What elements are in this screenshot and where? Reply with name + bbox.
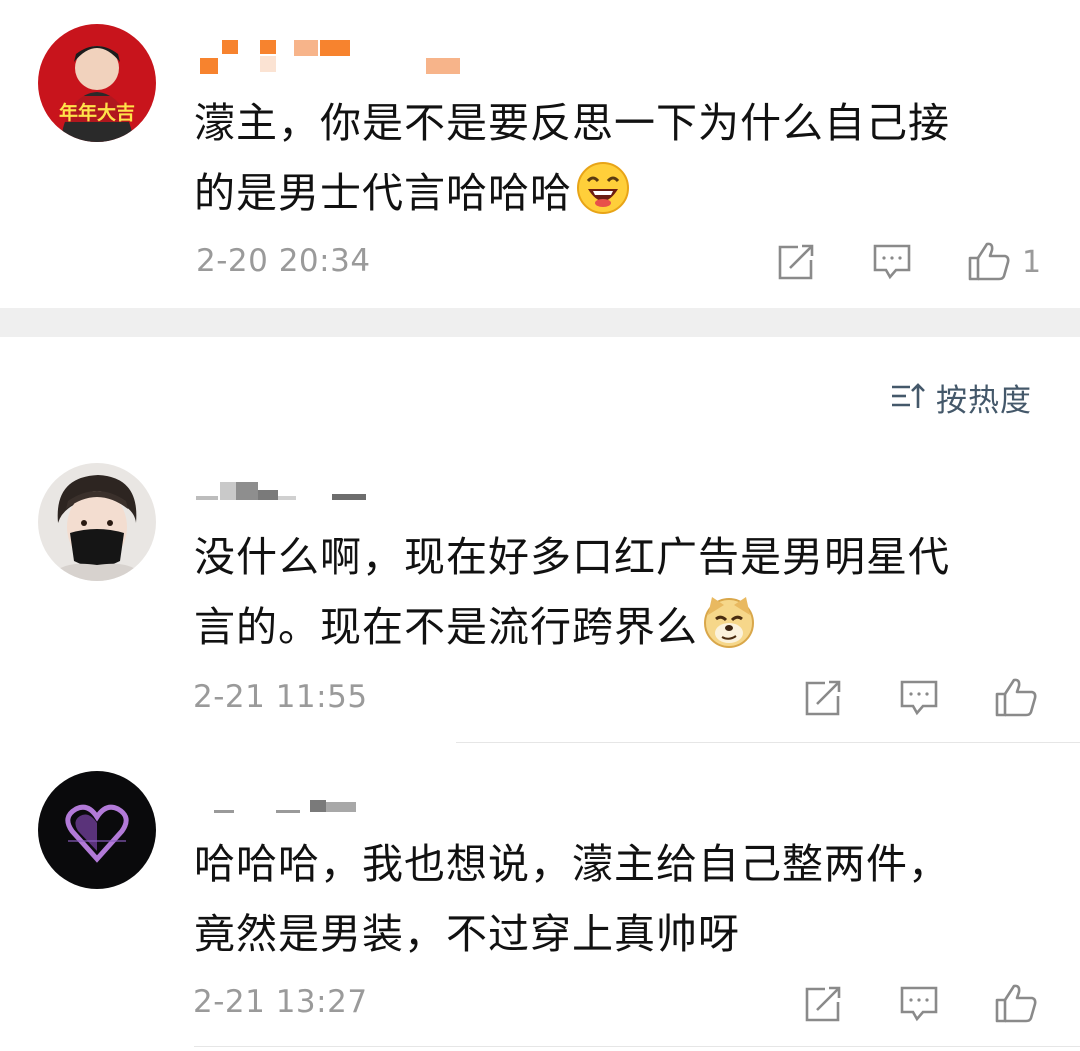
username-blurred[interactable] <box>200 38 470 78</box>
like-icon[interactable] <box>994 982 1038 1024</box>
comment-icon[interactable] <box>899 984 939 1024</box>
comment-text: 濛主，你是不是要反思一下为什么自己接 的是男士代言哈哈哈 <box>194 88 1034 236</box>
comment-time: 2-21 11:55 <box>193 679 368 715</box>
comment-text: 哈哈哈，我也想说，濛主给自己整两件， 竟然是男装，不过穿上真帅呀 <box>194 829 1034 969</box>
comment-icon[interactable] <box>872 242 912 282</box>
share-icon[interactable] <box>803 678 843 718</box>
comment-text: 没什么啊，现在好多口红广告是男明星代 言的。现在不是流行跨界么 <box>194 522 1034 670</box>
avatar[interactable]: 年年大吉 <box>38 24 156 142</box>
laughing-emoji-icon <box>576 161 630 236</box>
comment-time: 2-21 13:27 <box>193 984 368 1020</box>
comment-line-with-emoji: 的是男士代言哈哈哈 <box>194 158 1034 236</box>
comment-line: 竟然是男装，不过穿上真帅呀 <box>194 910 740 958</box>
sort-button[interactable]: 按热度 <box>890 375 1032 420</box>
username-blurred[interactable] <box>214 796 364 816</box>
comment-icon[interactable] <box>899 678 939 718</box>
like-icon[interactable] <box>967 240 1011 282</box>
section-separator <box>0 308 1080 337</box>
comment-divider <box>456 742 1080 743</box>
like-count: 1 <box>1022 245 1042 280</box>
username-blurred[interactable] <box>196 480 376 506</box>
share-icon[interactable] <box>776 242 816 282</box>
comment-line-with-emoji: 言的。现在不是流行跨界么 <box>194 592 1034 670</box>
sort-icon <box>890 381 926 415</box>
comment-line: 濛主，你是不是要反思一下为什么自己接 <box>194 99 950 147</box>
comment-line: 哈哈哈，我也想说，濛主给自己整两件， <box>194 840 950 888</box>
share-icon[interactable] <box>803 984 843 1024</box>
sort-label: 按热度 <box>936 383 1032 419</box>
like-icon[interactable] <box>994 676 1038 718</box>
comment-time: 2-20 20:34 <box>196 243 371 279</box>
comment-divider <box>194 1046 1080 1047</box>
avatar[interactable] <box>38 463 156 581</box>
comment-line: 没什么啊，现在好多口红广告是男明星代 <box>194 533 950 581</box>
avatar-badge: 年年大吉 <box>58 102 135 124</box>
avatar[interactable] <box>38 771 156 889</box>
doge-emoji-icon <box>702 595 756 670</box>
